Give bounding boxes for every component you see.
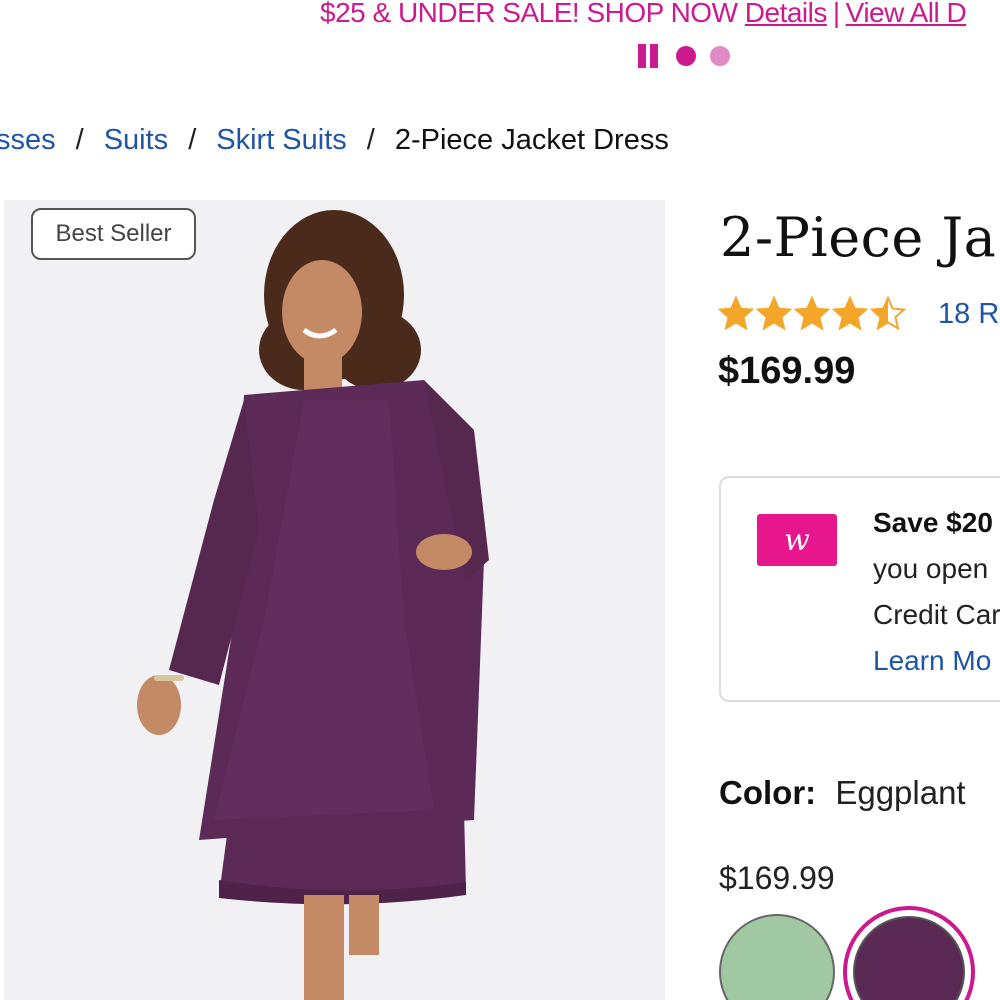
rating-row: 18 Re (718, 294, 1000, 334)
best-seller-badge: Best Seller (31, 208, 196, 260)
breadcrumb-dresses[interactable]: sses (0, 124, 56, 157)
card-logo-text: w (784, 522, 810, 558)
promo-details-link[interactable]: Details (745, 0, 828, 28)
product-page: $25 & UNDER SALE! SHOP NOW Details | View … (0, 0, 1000, 1000)
product-title: 2-Piece Ja (720, 206, 997, 269)
carousel-dot-1[interactable] (676, 46, 696, 66)
breadcrumb-separator: / (75, 123, 84, 156)
swatch-sage-green[interactable] (719, 914, 835, 1000)
promo-line-1: you open (873, 553, 989, 584)
breadcrumb-suits[interactable]: Suits (104, 124, 168, 157)
swatch-price: $169.99 (719, 860, 835, 896)
learn-more-link[interactable]: Learn Mo (873, 638, 1000, 684)
credit-card-promo: w Save $20 you open Credit Car Learn Mo (719, 476, 1000, 702)
ww-card-logo-icon: w (757, 514, 837, 566)
breadcrumb-separator: / (188, 123, 197, 156)
star-icon (870, 296, 906, 331)
color-selection-label: Color: Eggplant (719, 774, 966, 812)
carousel-controls (634, 42, 730, 70)
product-image[interactable]: Best Seller (4, 200, 665, 1000)
swatch-eggplant-fill (853, 916, 965, 1000)
promo-banner: $25 & UNDER SALE! SHOP NOW Details | View … (0, 0, 1000, 40)
product-price: $169.99 (718, 350, 856, 392)
promo-line-2: Credit Car (873, 599, 1000, 630)
swatch-eggplant[interactable] (843, 906, 975, 1000)
promo-separator: | (832, 0, 840, 28)
breadcrumb: sses / Suits / Skirt Suits / 2-Piece Jac… (0, 118, 669, 162)
color-label: Color: (719, 774, 817, 811)
star-icon (718, 296, 754, 331)
star-rating[interactable] (718, 296, 906, 332)
model-illustration (137, 210, 489, 1000)
reviews-link[interactable]: 18 Re (938, 298, 1000, 331)
breadcrumb-separator: / (366, 123, 375, 156)
breadcrumb-current: 2-Piece Jacket Dress (394, 123, 669, 156)
star-icon (756, 296, 792, 331)
promo-headline: Save $20 (873, 507, 993, 538)
promo-view-all-link[interactable]: View All D (846, 0, 967, 28)
breadcrumb-skirt-suits[interactable]: Skirt Suits (216, 124, 347, 157)
promo-text[interactable]: $25 & UNDER SALE! SHOP NOW (320, 0, 738, 28)
color-value: Eggplant (835, 774, 966, 811)
star-icon (832, 296, 868, 331)
carousel-dot-2[interactable] (710, 46, 730, 66)
pause-icon[interactable] (634, 43, 662, 69)
star-icon (794, 296, 830, 331)
